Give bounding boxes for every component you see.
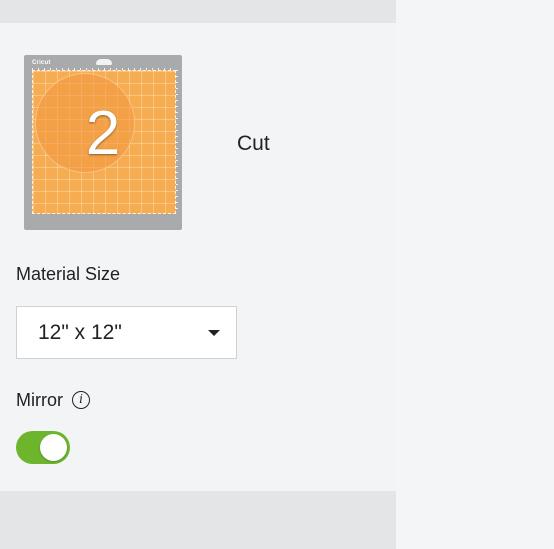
info-icon[interactable]: i bbox=[72, 391, 90, 409]
top-bar bbox=[0, 0, 396, 23]
material-size-label: Material Size bbox=[16, 264, 121, 284]
mat-ruler-right bbox=[176, 70, 178, 214]
mat-grid: 2 bbox=[32, 70, 176, 214]
mat-brand: Cricut bbox=[32, 60, 51, 66]
bottom-bar bbox=[0, 491, 396, 549]
operation-label: Cut bbox=[237, 132, 270, 155]
caret-down-icon bbox=[208, 330, 220, 336]
mat-number: 2 bbox=[85, 99, 121, 168]
mat-thumbnail[interactable]: Cricut 2 bbox=[24, 55, 182, 230]
material-size-select[interactable]: 12" x 12" bbox=[16, 306, 237, 359]
mat-handle bbox=[96, 59, 112, 65]
mirror-label: Mirror bbox=[16, 390, 63, 410]
toggle-knob bbox=[40, 434, 67, 461]
mirror-toggle[interactable] bbox=[16, 431, 70, 464]
material-size-value: 12" x 12" bbox=[38, 321, 122, 344]
right-area bbox=[396, 0, 554, 549]
